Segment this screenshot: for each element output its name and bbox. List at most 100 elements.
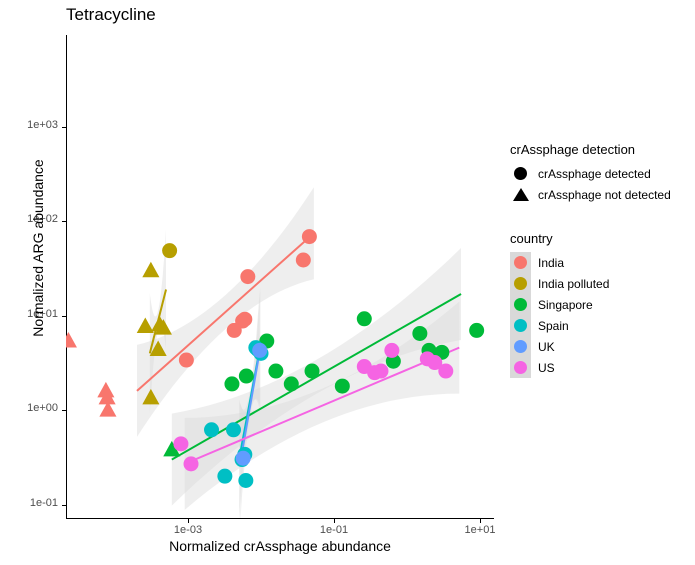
data-point-circle[interactable] bbox=[252, 342, 268, 358]
circle-icon bbox=[510, 163, 531, 184]
data-point-circle[interactable] bbox=[427, 355, 443, 371]
data-point-triangle[interactable] bbox=[163, 440, 181, 457]
data-point-circle[interactable] bbox=[235, 313, 251, 329]
confidence-ribbon bbox=[240, 287, 261, 518]
data-point-circle[interactable] bbox=[234, 452, 250, 468]
page-title: Tetracycline bbox=[66, 5, 156, 24]
circle-icon bbox=[510, 315, 531, 336]
legend-shape-label-0: crAssphage detected bbox=[538, 166, 651, 181]
confidence-ribbon bbox=[184, 301, 460, 510]
trend-line bbox=[184, 346, 460, 465]
x-tick-mark bbox=[188, 519, 189, 523]
data-point-triangle[interactable] bbox=[136, 317, 154, 333]
legend-country-label: UK bbox=[538, 339, 555, 354]
y-tick-mark bbox=[62, 410, 66, 412]
data-point-circle[interactable] bbox=[252, 342, 268, 358]
circle-icon bbox=[510, 252, 531, 273]
x-tick-label: 1e+01 bbox=[464, 524, 496, 536]
data-point-circle[interactable] bbox=[238, 473, 254, 489]
data-point-circle[interactable] bbox=[304, 363, 320, 379]
data-point-circle[interactable] bbox=[373, 363, 389, 379]
data-point-circle[interactable] bbox=[385, 353, 401, 369]
trend-line bbox=[238, 349, 261, 460]
data-point-triangle[interactable] bbox=[97, 381, 115, 398]
data-point-circle[interactable] bbox=[238, 368, 254, 384]
circle-icon bbox=[510, 273, 531, 294]
data-point-triangle[interactable] bbox=[151, 315, 169, 332]
trend-line bbox=[136, 232, 315, 392]
y-tick-label: 1e-01 bbox=[29, 496, 58, 509]
data-point-triangle[interactable] bbox=[142, 388, 160, 405]
data-point-triangle[interactable] bbox=[142, 261, 160, 278]
data-point-circle[interactable] bbox=[237, 446, 253, 462]
data-point-circle[interactable] bbox=[162, 243, 178, 259]
trend-line bbox=[239, 347, 262, 463]
circle-icon bbox=[510, 294, 531, 315]
data-point-circle[interactable] bbox=[225, 422, 241, 438]
data-point-circle[interactable] bbox=[421, 342, 437, 358]
data-point-circle[interactable] bbox=[204, 422, 220, 438]
y-tick-mark bbox=[62, 221, 66, 223]
legend-item-singapore[interactable]: Singapore bbox=[510, 294, 690, 315]
data-point-circle[interactable] bbox=[384, 342, 400, 358]
y-tick-mark bbox=[62, 504, 66, 506]
data-point-circle[interactable] bbox=[259, 333, 275, 349]
data-point-circle[interactable] bbox=[250, 341, 266, 357]
data-point-circle[interactable] bbox=[268, 363, 284, 379]
trend-line bbox=[171, 293, 462, 461]
data-point-circle[interactable] bbox=[178, 352, 194, 368]
data-point-circle[interactable] bbox=[412, 325, 428, 341]
data-point-circle[interactable] bbox=[295, 252, 311, 268]
data-point-circle[interactable] bbox=[226, 322, 242, 338]
circle-icon bbox=[510, 336, 531, 357]
data-point-circle[interactable] bbox=[419, 351, 435, 367]
data-point-circle[interactable] bbox=[248, 340, 264, 356]
data-point-circle[interactable] bbox=[283, 376, 299, 392]
data-point-circle[interactable] bbox=[217, 468, 233, 484]
data-point-circle[interactable] bbox=[235, 450, 251, 466]
data-point-circle[interactable] bbox=[438, 363, 454, 379]
legend-item-spain[interactable]: Spain bbox=[510, 315, 690, 336]
data-point-circle[interactable] bbox=[173, 436, 189, 452]
data-point-circle[interactable] bbox=[334, 378, 350, 394]
data-point-circle[interactable] bbox=[434, 344, 450, 360]
chart-root: Tetracycline 1e-01 1e+00 1e+01 1e+02 1e+03 1e… bbox=[0, 0, 695, 565]
legend-country-label: US bbox=[538, 360, 555, 375]
confidence-ribbon bbox=[149, 229, 166, 414]
legend-item-us[interactable]: US bbox=[510, 357, 690, 378]
data-point-triangle[interactable] bbox=[60, 332, 77, 348]
data-point-circle[interactable] bbox=[301, 229, 317, 245]
legend-item-crassphage-detected[interactable]: crAssphage detected bbox=[510, 163, 690, 184]
data-point-circle[interactable] bbox=[237, 311, 253, 327]
data-point-circle[interactable] bbox=[356, 311, 372, 327]
trend-line bbox=[148, 289, 167, 354]
data-point-triangle[interactable] bbox=[99, 401, 117, 417]
data-point-circle[interactable] bbox=[469, 322, 485, 338]
data-point-triangle[interactable] bbox=[149, 340, 167, 356]
y-axis-title: Normalized ARG abundance bbox=[30, 159, 46, 337]
x-tick-mark bbox=[480, 519, 481, 523]
confidence-ribbon bbox=[171, 248, 462, 506]
legend-colour-group: country India India polluted Singapore Spai… bbox=[510, 231, 690, 378]
legend-item-crassphage-not-detected[interactable]: crAssphage not detected bbox=[510, 184, 690, 205]
y-tick-mark bbox=[62, 127, 66, 128]
legend-item-india[interactable]: India bbox=[510, 252, 690, 273]
legend: crAssphage detection crAssphage detected… bbox=[510, 142, 690, 378]
y-tick-label: 1e+00 bbox=[27, 402, 58, 415]
data-point-circle[interactable] bbox=[183, 456, 199, 472]
legend-country-label: India bbox=[538, 255, 565, 270]
data-point-circle[interactable] bbox=[253, 345, 269, 361]
data-point-triangle[interactable] bbox=[154, 319, 172, 335]
confidence-ribbon bbox=[137, 187, 314, 437]
confidence-ribbon bbox=[239, 289, 260, 518]
y-axis-line bbox=[66, 35, 67, 519]
legend-item-uk[interactable]: UK bbox=[510, 336, 690, 357]
data-point-circle[interactable] bbox=[356, 359, 372, 375]
data-point-triangle[interactable] bbox=[98, 388, 116, 405]
data-point-circle[interactable] bbox=[367, 365, 383, 381]
x-tick-label: 1e-01 bbox=[319, 524, 349, 536]
legend-item-india-polluted[interactable]: India polluted bbox=[510, 273, 690, 294]
legend-shape-label-1: crAssphage not detected bbox=[538, 187, 671, 202]
data-point-circle[interactable] bbox=[224, 376, 240, 392]
data-point-circle[interactable] bbox=[240, 269, 256, 285]
